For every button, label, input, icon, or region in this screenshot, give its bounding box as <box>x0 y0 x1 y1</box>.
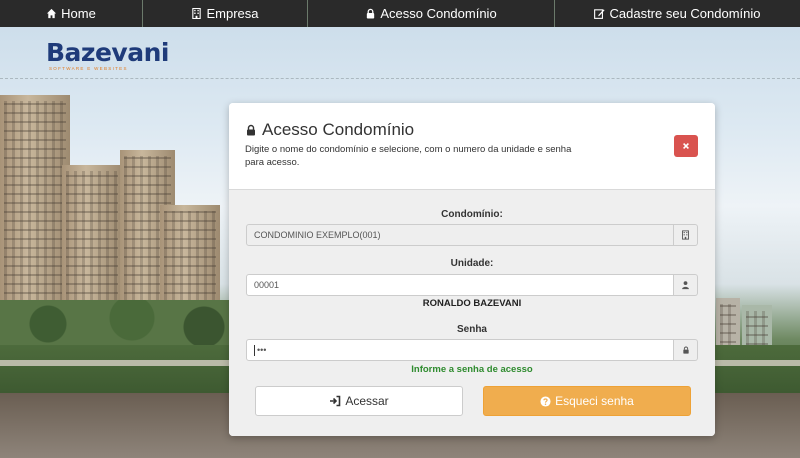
modal-header: Acesso Condomínio Digite o nome do condo… <box>229 103 715 190</box>
question-circle-icon <box>540 395 551 407</box>
nav-label: Cadastre seu Condomínio <box>609 6 761 21</box>
senha-addon <box>674 339 698 361</box>
nav-label: Empresa <box>206 6 259 21</box>
esqueci-senha-button[interactable]: Esqueci senha <box>483 386 691 416</box>
times-icon <box>683 143 689 149</box>
logo-wordmark: Bazevani <box>46 38 169 67</box>
nav-home[interactable]: Home <box>0 0 143 27</box>
sign-in-icon <box>330 395 341 407</box>
unidade-field: 00001 <box>246 274 698 296</box>
modal-description: Digite o nome do condomínio e selecione,… <box>245 144 572 168</box>
modal-title-text: Acesso Condomínio <box>262 120 415 139</box>
lock-icon <box>367 8 375 19</box>
unidade-addon <box>674 274 698 296</box>
acessar-button[interactable]: Acessar <box>255 386 463 416</box>
condominio-input[interactable]: CONDOMINIO EXEMPLO(001) <box>246 224 674 246</box>
nav-label: Acesso Condomínio <box>380 6 497 21</box>
modal-body: Condomínio: CONDOMINIO EXEMPLO(001) Unid… <box>229 190 715 436</box>
acesso-condominio-modal: Acesso Condomínio Digite o nome do condo… <box>229 103 715 436</box>
nav-empresa[interactable]: Empresa <box>143 0 308 27</box>
lock-icon <box>682 346 689 354</box>
senha-hint: Informe a senha de acesso <box>411 364 533 375</box>
text-caret <box>254 344 255 356</box>
senha-value: ••• <box>257 345 267 355</box>
nav-cadastre-condominio[interactable]: Cadastre seu Condomínio <box>555 0 800 27</box>
senha-field: ••• <box>246 339 698 361</box>
modal-title: Acesso Condomínio <box>245 120 414 140</box>
close-button[interactable] <box>674 135 698 157</box>
condominio-addon <box>674 224 698 246</box>
building-icon <box>192 8 202 19</box>
edit-icon <box>594 9 606 19</box>
unidade-input[interactable]: 00001 <box>246 274 674 296</box>
header-divider <box>0 78 800 79</box>
nav-acesso-condominio[interactable]: Acesso Condomínio <box>308 0 555 27</box>
lock-icon <box>247 124 255 136</box>
condominio-field: CONDOMINIO EXEMPLO(001) <box>246 224 698 246</box>
user-icon <box>682 281 689 290</box>
home-icon <box>47 8 57 19</box>
senha-input[interactable]: ••• <box>246 339 674 361</box>
unidade-label: Unidade: <box>450 258 494 269</box>
nav-label: Home <box>61 6 96 21</box>
top-navbar: Home Empresa Acesso Condomínio Cadastre … <box>0 0 800 27</box>
owner-name: RONALDO BAZEVANI <box>422 298 522 309</box>
esqueci-label: Esqueci senha <box>555 394 634 408</box>
condominio-label: Condomínio: <box>441 209 503 220</box>
building-icon <box>682 230 689 240</box>
bazevani-logo[interactable]: Bazevani SOFTWARE E WEBSITES <box>46 40 169 71</box>
senha-label: Senha <box>456 324 487 335</box>
acessar-label: Acessar <box>345 394 389 408</box>
